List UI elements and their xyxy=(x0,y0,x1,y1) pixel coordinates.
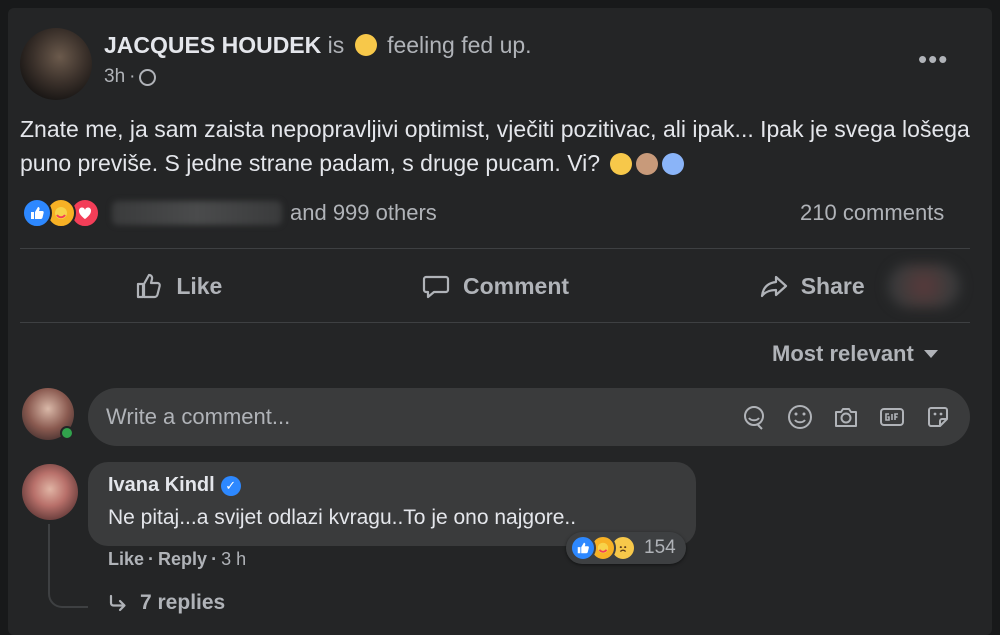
thumbs-up-icon xyxy=(137,273,162,299)
replies-label: 7 replies xyxy=(140,591,226,614)
like-button[interactable]: Like xyxy=(20,260,337,312)
comment-icon xyxy=(422,275,450,299)
exploding-head-icon xyxy=(610,153,633,175)
verified-badge-icon: ✓ xyxy=(220,475,241,496)
thread-connector xyxy=(48,524,88,608)
author-name[interactable]: JACQUES HOUDEK xyxy=(104,32,321,58)
sad-face-icon xyxy=(354,34,377,56)
caret-down-icon xyxy=(923,350,938,358)
comment-label: Comment xyxy=(462,272,570,299)
meta-separator: · xyxy=(129,66,136,87)
more-options-button[interactable]: ••• xyxy=(918,44,948,75)
sort-label: Most relevant xyxy=(772,341,914,366)
reactors-names-blurred xyxy=(112,201,282,225)
commenter-name[interactable]: Ivana Kindl xyxy=(108,474,215,497)
like-icon xyxy=(570,535,596,561)
comment-composer xyxy=(88,388,970,446)
share-icon xyxy=(760,275,787,298)
separator-dot: · xyxy=(211,549,218,569)
divider xyxy=(20,248,970,249)
comment-reaction-count: 154 xyxy=(644,537,676,558)
camera-icon[interactable] xyxy=(832,403,860,431)
share-as-avatar-blurred[interactable] xyxy=(888,264,960,308)
online-status-dot xyxy=(60,426,74,440)
gif-icon[interactable] xyxy=(878,403,906,431)
commenter-avatar[interactable] xyxy=(22,464,78,520)
comment-actions: Like · Reply · 3 h xyxy=(108,549,246,570)
facepalm-icon xyxy=(636,153,659,175)
share-label: Share xyxy=(800,272,865,299)
feeling-prefix: is xyxy=(327,32,345,58)
divider xyxy=(20,322,970,323)
screaming-face-icon xyxy=(662,153,685,175)
reactions-others: and 999 others xyxy=(290,200,437,225)
separator-dot: · xyxy=(148,549,155,569)
comments-count[interactable]: 210 comments xyxy=(800,200,944,226)
globe-icon xyxy=(139,68,157,86)
action-bar: Like Comment Share xyxy=(20,260,970,312)
commenter-name-row: Ivana Kindl ✓ xyxy=(108,474,241,497)
post-time[interactable]: 3h xyxy=(104,66,125,88)
comment-reactions[interactable]: 154 xyxy=(566,532,686,564)
post-text: Znate me, ja sam zaista nepopravljivi op… xyxy=(20,116,970,176)
post-meta: 3h · xyxy=(104,66,157,88)
comment-sort-dropdown[interactable]: Most relevant xyxy=(772,341,938,367)
emoji-icon[interactable] xyxy=(786,403,814,431)
comment-input[interactable] xyxy=(106,404,740,430)
view-replies-button[interactable]: 7 replies xyxy=(108,591,225,615)
comment-text: Ne pitaj...a svijet odlazi kvragu..To je… xyxy=(108,506,577,529)
reactions-summary[interactable]: and 999 others xyxy=(22,198,437,228)
like-label: Like xyxy=(176,272,223,299)
comment-time[interactable]: 3 h xyxy=(221,549,246,570)
post-header: JACQUES HOUDEK is feeling fed up. xyxy=(104,32,532,59)
comment-button[interactable]: Comment xyxy=(337,260,654,312)
sticker-icon[interactable] xyxy=(924,403,952,431)
post-body: Znate me, ja sam zaista nepopravljivi op… xyxy=(20,112,970,180)
comment-like-link[interactable]: Like xyxy=(108,549,144,570)
avatar-sticker-icon[interactable] xyxy=(740,403,768,431)
comment-reply-link[interactable]: Reply xyxy=(158,549,207,570)
post-emojis xyxy=(610,153,685,175)
composer-tools xyxy=(740,403,952,431)
feeling-text: feeling fed up. xyxy=(387,32,532,58)
like-icon xyxy=(22,198,52,228)
reply-arrow-icon xyxy=(109,594,126,612)
author-avatar[interactable] xyxy=(20,28,92,100)
